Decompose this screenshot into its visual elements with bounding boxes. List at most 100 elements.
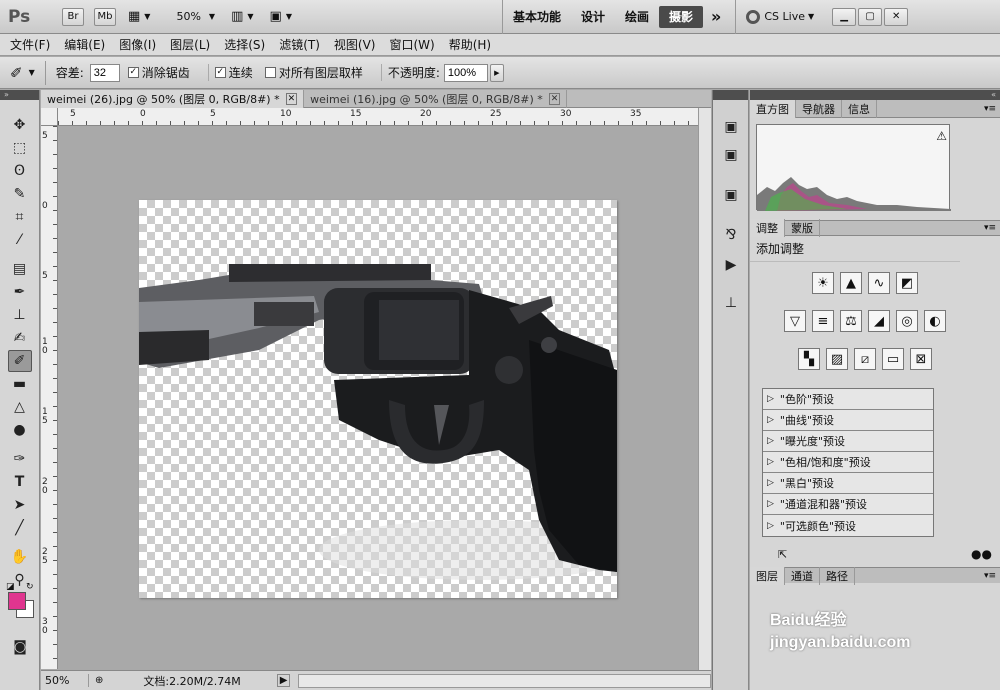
return-to-list-icon[interactable]: ⇱ <box>778 548 787 561</box>
brush-tool[interactable]: ✒ <box>8 281 32 303</box>
history-brush-tool[interactable]: ✍ <box>8 327 32 349</box>
document-tab-active[interactable]: weimei (26).jpg @ 50% (图层 0, RGB/8#) * ✕ <box>41 89 305 108</box>
menu-file[interactable]: 文件(F) <box>10 36 50 53</box>
preset-channel-mixer[interactable]: ▷ "通道混和器"预设 <box>763 494 933 515</box>
menu-view[interactable]: 视图(V) <box>334 36 376 53</box>
dock-brush-button[interactable]: ▣ <box>719 184 743 206</box>
crop-tool[interactable]: ⌗ <box>8 206 32 228</box>
status-info-icon[interactable]: ⊕ <box>95 675 103 686</box>
quick-mask-button[interactable]: ◙ <box>8 636 32 658</box>
close-icon[interactable]: ✕ <box>548 92 561 105</box>
tolerance-input[interactable] <box>89 63 120 82</box>
zoom-dropdown[interactable]: 50% ▼ <box>176 10 215 23</box>
gradient-map-icon[interactable]: ▭ <box>882 348 904 370</box>
pen-tool[interactable]: ✑ <box>8 448 32 470</box>
tab-masks[interactable]: 蒙版 <box>785 219 820 237</box>
vertical-scrollbar[interactable] <box>698 108 711 670</box>
clip-icon[interactable]: ●● <box>971 547 992 561</box>
warning-icon[interactable]: ⚠ <box>936 129 947 143</box>
dock-history-button[interactable]: ▣ <box>719 116 743 138</box>
photo-filter-icon[interactable]: ◎ <box>896 310 918 332</box>
dock-play-button[interactable]: ▶ <box>719 254 743 276</box>
clone-stamp-tool[interactable]: ⊥ <box>8 304 32 326</box>
preset-levels[interactable]: ▷ "色阶"预设 <box>763 389 933 410</box>
maximize-button[interactable]: ▢ <box>858 7 883 26</box>
close-icon[interactable]: ✕ <box>285 92 298 105</box>
cs-live-button[interactable]: CS Live ▼ <box>735 0 814 34</box>
dock-character-button[interactable]: ⅋ <box>719 224 743 246</box>
move-tool[interactable]: ✥ <box>8 114 32 136</box>
tab-layers[interactable]: 图层 <box>750 566 785 585</box>
workspace-design[interactable]: 设计 <box>571 8 615 25</box>
tab-histogram[interactable]: 直方图 <box>750 99 796 118</box>
type-tool[interactable]: T <box>8 471 32 493</box>
workspace-essentials[interactable]: 基本功能 <box>503 8 571 25</box>
preset-exposure[interactable]: ▷ "曝光度"预设 <box>763 431 933 452</box>
posterize-icon[interactable]: ▨ <box>826 348 848 370</box>
preset-selective-color[interactable]: ▷ "可选颜色"预设 <box>763 515 933 536</box>
sample-all-layers-checkbox[interactable]: 对所有图层取样 <box>264 64 363 81</box>
opacity-input[interactable] <box>443 63 488 82</box>
eyedropper-tool[interactable]: ⁄ <box>8 229 32 251</box>
minibridge-button[interactable]: Mb <box>94 7 116 26</box>
panel-menu-icon[interactable]: ▾≡ <box>984 104 996 114</box>
menu-edit[interactable]: 编辑(E) <box>64 36 105 53</box>
color-balance-icon[interactable]: ⚖ <box>840 310 862 332</box>
close-button[interactable]: ✕ <box>884 7 909 26</box>
screen-mode-button[interactable]: ▣ ▼ <box>270 9 292 24</box>
menu-layer[interactable]: 图层(L) <box>170 36 210 53</box>
swap-colors-icon[interactable]: ↻ <box>26 582 34 592</box>
preset-hue-saturation[interactable]: ▷ "色相/饱和度"预设 <box>763 452 933 473</box>
view-extras-button[interactable]: ▦ ▼ <box>128 9 150 24</box>
channel-mixer-icon[interactable]: ◐ <box>924 310 946 332</box>
dock-clone-source-button[interactable]: ⊥ <box>719 292 743 314</box>
path-select-tool[interactable]: ➤ <box>8 494 32 516</box>
foreground-color-swatch[interactable] <box>8 592 26 610</box>
canvas-area[interactable] <box>58 126 698 669</box>
preset-black-white[interactable]: ▷ "黑白"预设 <box>763 473 933 494</box>
contiguous-checkbox[interactable]: ✓ 连续 <box>207 64 253 81</box>
tab-adjustments[interactable]: 调整 <box>750 219 785 237</box>
bridge-button[interactable]: Br <box>62 7 84 26</box>
healing-brush-tool[interactable]: ▤ <box>8 258 32 280</box>
arrange-documents-button[interactable]: ▥ ▼ <box>231 9 253 24</box>
antialias-checkbox[interactable]: ✓ 消除锯齿 <box>127 64 190 81</box>
curves-icon[interactable]: ∿ <box>868 272 890 294</box>
blur-tool[interactable]: △ <box>8 396 32 418</box>
menu-filter[interactable]: 滤镜(T) <box>279 36 320 53</box>
line-tool[interactable]: ╱ <box>8 517 32 539</box>
threshold-icon[interactable]: ⧄ <box>854 348 876 370</box>
status-menu-button[interactable]: ▶ <box>276 674 291 687</box>
gradient-tool[interactable]: ▬ <box>8 373 32 395</box>
minimize-button[interactable]: ▁ <box>832 7 857 26</box>
tool-preset-picker[interactable]: ✐ ▼ <box>10 60 46 85</box>
levels-icon[interactable]: ▲ <box>840 272 862 294</box>
tab-channels[interactable]: 通道 <box>785 566 820 585</box>
tab-navigator[interactable]: 导航器 <box>796 99 842 118</box>
menu-window[interactable]: 窗口(W) <box>389 36 434 53</box>
magic-eraser-tool[interactable]: ✐ <box>7 350 32 372</box>
vibrance-icon[interactable]: ▽ <box>784 310 806 332</box>
hue-saturation-icon[interactable]: ≡ <box>812 310 834 332</box>
panel-menu-icon[interactable]: ▾≡ <box>984 223 996 233</box>
workspace-painting[interactable]: 绘画 <box>615 8 659 25</box>
tab-paths[interactable]: 路径 <box>820 566 855 585</box>
quick-select-tool[interactable]: ✎ <box>8 183 32 205</box>
invert-icon[interactable]: ▚ <box>798 348 820 370</box>
lasso-tool[interactable]: ʘ <box>8 160 32 182</box>
preset-curves[interactable]: ▷ "曲线"预设 <box>763 410 933 431</box>
dodge-tool[interactable]: ● <box>8 419 32 441</box>
status-zoom[interactable]: 50% <box>41 674 89 687</box>
default-colors-icon[interactable]: ◪ <box>6 582 15 592</box>
opacity-slider-button[interactable]: ▶ <box>489 63 504 82</box>
marquee-tool[interactable]: ⬚ <box>8 137 32 159</box>
brightness-contrast-icon[interactable]: ☀ <box>812 272 834 294</box>
workspace-photography[interactable]: 摄影 <box>659 5 704 28</box>
black-white-icon[interactable]: ◢ <box>868 310 890 332</box>
exposure-icon[interactable]: ◩ <box>896 272 918 294</box>
dock-actions-button[interactable]: ▣ <box>719 144 743 166</box>
document-tab[interactable]: weimei (16).jpg @ 50% (图层 0, RGB/8#) * ✕ <box>304 89 568 108</box>
selective-color-icon[interactable]: ⊠ <box>910 348 932 370</box>
document-canvas[interactable] <box>139 200 617 598</box>
hand-tool[interactable]: ✋ <box>8 546 32 568</box>
